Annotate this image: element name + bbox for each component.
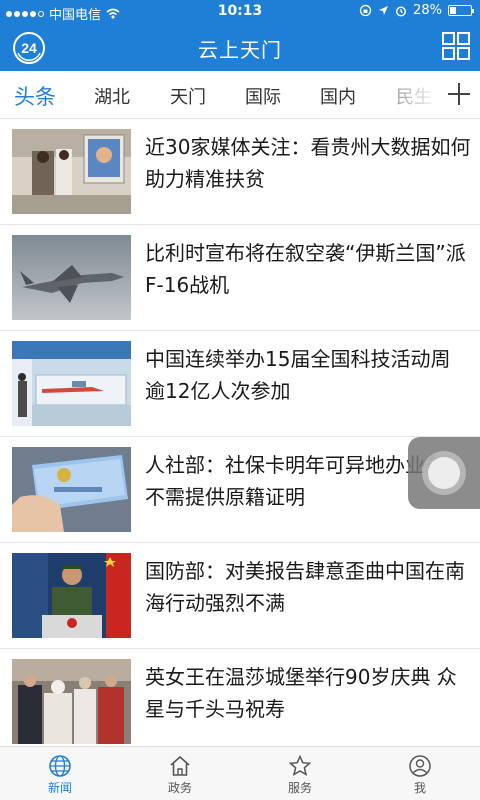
app-screen: 中国电信 10:13 28% 24 云上天门 头条 湖北 天门 国际 国内 近3…: [0, 0, 480, 800]
bottom-nav-service[interactable]: 服务: [240, 747, 360, 800]
status-bar: 中国电信 10:13 28%: [0, 0, 480, 24]
home-icon: [170, 755, 190, 776]
battery-label: 28%: [413, 3, 442, 18]
news-title: 国防部：对美报告肆意歪曲中国在南海行动强烈不满: [145, 559, 465, 615]
star-icon: [288, 754, 312, 777]
news-title: 中国连续举办15届全国科技活动周 逾12亿人次参加: [145, 347, 451, 403]
news-item[interactable]: 英女王在温莎城堡举行90岁庆典 众星与千头马祝寿: [0, 649, 480, 746]
alarm-icon: [396, 5, 407, 17]
news-feed: 近30家媒体关注：看贵州大数据如何助力精准扶贫 比利时宣布将在叙空袭“伊斯兰国”…: [0, 119, 480, 746]
bottom-nav-label: 新闻: [47, 781, 72, 795]
orientation-lock-icon: [359, 4, 372, 17]
floating-assistive-button[interactable]: [408, 437, 480, 509]
bottom-nav-label: 政务: [167, 781, 192, 795]
grid-menu-icon[interactable]: [442, 32, 470, 60]
news-title: 近30家媒体关注：看贵州大数据如何助力精准扶贫: [145, 135, 471, 191]
tab-hubei[interactable]: 湖北: [94, 83, 130, 109]
channel-tabs: 头条 湖北 天门 国际 国内 民生: [0, 71, 480, 119]
news-title: 英女王在温莎城堡举行90岁庆典 众星与千头马祝寿: [145, 665, 457, 721]
news-item[interactable]: 国防部：对美报告肆意歪曲中国在南海行动强烈不满: [0, 543, 480, 649]
top-bar: 中国电信 10:13 28% 24 云上天门: [0, 0, 480, 71]
battery-fill: [450, 7, 456, 14]
tab-headline[interactable]: 头条: [14, 81, 56, 111]
nav-bar: 24 云上天门: [0, 24, 480, 71]
status-right: 28%: [359, 3, 474, 18]
bottom-nav: 新闻 政务 服务 我: [0, 746, 480, 800]
news-title: 比利时宣布将在叙空袭“伊斯兰国”派F-16战机: [145, 241, 466, 297]
add-channel-icon[interactable]: [446, 81, 472, 107]
bottom-nav-news[interactable]: 新闻: [0, 747, 120, 800]
bottom-nav-government[interactable]: 政务: [120, 747, 240, 800]
bottom-nav-label: 服务: [287, 781, 312, 795]
news-item[interactable]: 中国连续举办15届全国科技活动周 逾12亿人次参加: [0, 331, 480, 437]
news-thumbnail: [12, 659, 131, 744]
news-thumbnail: [12, 235, 131, 320]
app-title: 云上天门: [198, 38, 282, 62]
news-thumbnail: [12, 553, 131, 638]
tab-tianmen[interactable]: 天门: [170, 83, 206, 109]
news-thumbnail: [12, 447, 131, 532]
bottom-nav-me[interactable]: 我: [360, 747, 480, 800]
bottom-nav-label: 我: [413, 781, 426, 795]
news-item[interactable]: 比利时宣布将在叙空袭“伊斯兰国”派F-16战机: [0, 225, 480, 331]
tabs-fade: [400, 71, 440, 117]
location-icon: [379, 6, 389, 15]
globe-icon: [49, 755, 71, 777]
tab-international[interactable]: 国际: [245, 83, 281, 109]
news-item[interactable]: 近30家媒体关注：看贵州大数据如何助力精准扶贫: [0, 119, 480, 225]
battery-icon: [448, 5, 474, 16]
tab-domestic[interactable]: 国内: [320, 83, 356, 109]
news-thumbnail: [12, 341, 131, 426]
user-icon: [409, 755, 431, 777]
news-thumbnail: [12, 129, 131, 214]
